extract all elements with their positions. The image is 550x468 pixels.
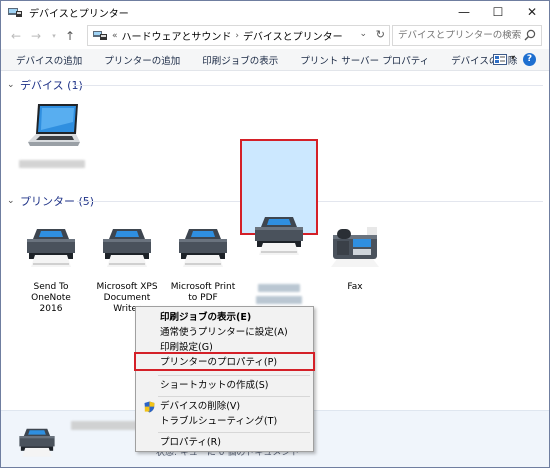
printer-icon [103, 229, 151, 267]
menu-item-troubleshoot[interactable]: トラブルシューティング(T) [136, 415, 313, 429]
search-input[interactable] [398, 30, 524, 41]
view-options-icon[interactable] [493, 54, 507, 65]
breadcrumb-hardware-sound[interactable]: ハードウェアとサウンド [122, 28, 232, 43]
printer-send-to-onenote[interactable]: Send To OneNote 2016 [13, 225, 89, 315]
control-panel-icon [93, 31, 107, 40]
menu-item-see-print-jobs[interactable]: 印刷ジョブの表示(E) [136, 311, 313, 325]
printer-fax[interactable]: Fax [317, 225, 393, 293]
devices-printers-icon [8, 8, 22, 17]
fax-icon [331, 227, 379, 267]
close-button[interactable]: ✕ [515, 1, 549, 23]
details-printer-name-redacted [71, 421, 143, 430]
address-bar[interactable]: « ハードウェアとサウンド › デバイスとプリンター ⌄ ↻ [87, 25, 390, 46]
menu-item-create-shortcut[interactable]: ショートカットの作成(S) [136, 379, 313, 393]
group-divider [73, 85, 543, 86]
printer-microsoft-print-to-pdf[interactable]: Microsoft Print to PDF [165, 225, 241, 304]
view-dropdown-icon[interactable]: ▾ [511, 53, 515, 62]
up-button[interactable]: ↑ [61, 27, 79, 45]
maximize-button[interactable]: ☐ [481, 1, 515, 23]
menu-separator [158, 375, 310, 376]
printer-icon [179, 229, 227, 267]
menu-separator [158, 396, 310, 397]
forward-button[interactable]: → [27, 27, 45, 45]
menu-item-set-default-printer[interactable]: 通常使うプリンターに設定(A) [136, 326, 313, 340]
command-bar: デバイスの追加 プリンターの追加 印刷ジョブの表示 プリント サーバー プロパテ… [1, 49, 549, 71]
overflow-chevron[interactable]: « [112, 31, 118, 41]
breadcrumb-separator[interactable]: › [235, 31, 239, 41]
window-title: デバイスとプリンター [29, 8, 129, 20]
menu-item-properties[interactable]: プロパティ(R) [136, 436, 313, 450]
devices-and-printers-window: デバイスとプリンター — ☐ ✕ ← → ▾ ↑ « ハードウェアとサウンド ›… [0, 0, 550, 468]
computer-name-redacted [19, 160, 85, 168]
minimize-button[interactable]: — [447, 1, 481, 23]
window-controls: — ☐ ✕ [447, 1, 549, 23]
printer-icon [19, 428, 55, 457]
printer-microsoft-xps[interactable]: Microsoft XPS Document Writer [89, 225, 165, 315]
collapse-chevron-icon[interactable]: ⌄ [7, 80, 17, 90]
computer-device[interactable] [17, 102, 87, 182]
laptop-icon [28, 104, 80, 146]
devices-group-header[interactable]: ⌄ デバイス (1) [7, 78, 83, 92]
remove-device-button[interactable]: デバイスの削除 [440, 53, 528, 67]
printer-label-line2: to PDF [188, 293, 218, 303]
printer-label-line2: 2016 [39, 304, 63, 314]
collapse-chevron-icon[interactable]: ⌄ [7, 196, 17, 206]
menu-item-remove-device[interactable]: デバイスの削除(V) [136, 400, 313, 414]
printer-name-redacted [258, 284, 300, 292]
address-row: ← → ▾ ↑ « ハードウェアとサウンド › デバイスとプリンター ⌄ ↻ [1, 25, 549, 47]
breadcrumb-devices-printers[interactable]: デバイスとプリンター [243, 28, 343, 43]
menu-separator [158, 432, 310, 433]
title-bar: デバイスとプリンター — ☐ ✕ [1, 1, 549, 23]
printer-label-line1: Microsoft Print [170, 282, 236, 292]
back-button[interactable]: ← [7, 27, 25, 45]
context-menu: 印刷ジョブの表示(E) 通常使うプリンターに設定(A) 印刷設定(G) プリンタ… [134, 306, 315, 452]
help-icon[interactable]: ? [523, 53, 536, 66]
printer-icon [27, 229, 75, 267]
printer-icon [255, 217, 303, 255]
print-server-properties-button[interactable]: プリント サーバー プロパティ [289, 53, 440, 67]
printer-label-line1: Fax [347, 282, 363, 292]
printer-selected[interactable] [242, 213, 316, 304]
printer-label-line1: Send To OneNote [31, 282, 71, 303]
search-box[interactable] [392, 25, 542, 46]
add-device-button[interactable]: デバイスの追加 [1, 53, 93, 67]
refresh-icon[interactable]: ↻ [376, 28, 385, 41]
printer-properties-highlight [134, 352, 315, 371]
see-print-jobs-button[interactable]: 印刷ジョブの表示 [191, 53, 289, 67]
search-icon[interactable] [524, 29, 536, 41]
printer-name-redacted [256, 296, 302, 304]
printer-label-line1: Microsoft XPS [96, 282, 158, 292]
add-printer-button[interactable]: プリンターの追加 [93, 53, 191, 67]
address-dropdown-icon[interactable]: ⌄ [359, 29, 367, 39]
